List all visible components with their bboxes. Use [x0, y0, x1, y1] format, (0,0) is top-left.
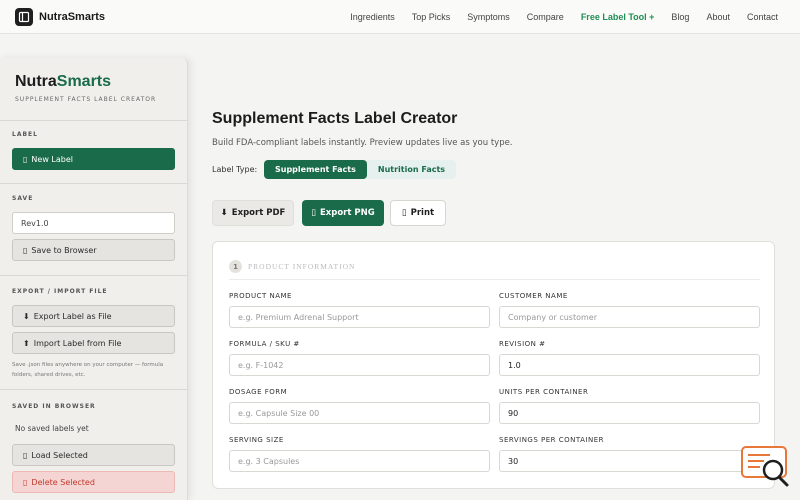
revision-input[interactable]: [499, 354, 760, 376]
customer-name-label: CUSTOMER NAME: [499, 292, 568, 300]
trash-icon: ▯: [23, 477, 28, 487]
nav-link-blog[interactable]: Blog: [671, 12, 689, 22]
dosage-form-input[interactable]: [229, 402, 490, 424]
nav-link-compare[interactable]: Compare: [527, 12, 564, 22]
divider: [0, 389, 188, 390]
revision-label: REVISION #: [499, 340, 546, 348]
formula-sku-label: FORMULA / SKU #: [229, 340, 300, 348]
product-information-card: 1 PRODUCT INFORMATION PRODUCT NAME CUSTO…: [212, 241, 775, 489]
section-label-save: SAVE: [12, 195, 34, 202]
export-label-file-text: Export Label as File: [33, 311, 112, 321]
nav-link-free-label-tool[interactable]: Free Label Tool +: [581, 12, 655, 22]
printer-icon: ▯: [401, 208, 407, 218]
page-subtitle: Build FDA-compliant labels instantly. Pr…: [212, 138, 513, 148]
page-title: Supplement Facts Label Creator: [212, 110, 458, 127]
export-png-text: Export PNG: [319, 208, 375, 218]
nav-links: Ingredients Top Picks Symptoms Compare F…: [350, 0, 778, 34]
image-icon: ▯: [311, 208, 316, 218]
section-label-label: LABEL: [12, 131, 38, 138]
label-type-label: Label Type:: [212, 165, 258, 174]
sidebar-title-part-b: Smarts: [56, 73, 112, 90]
product-name-label: PRODUCT NAME: [229, 292, 292, 300]
nav-link-symptoms[interactable]: Symptoms: [467, 12, 510, 22]
nav-link-about[interactable]: About: [706, 12, 730, 22]
book-icon: [15, 7, 33, 26]
label-type-supplement-facts[interactable]: Supplement Facts: [264, 160, 367, 179]
print-text: Print: [410, 208, 435, 218]
floppy-disk-icon: ▯: [23, 245, 28, 255]
load-selected-text: Load Selected: [31, 450, 88, 460]
divider: [229, 279, 760, 280]
brand[interactable]: NutraSmarts: [15, 7, 106, 26]
step-number-badge: 1: [229, 260, 242, 273]
divider: [0, 183, 188, 184]
top-navigation-bar: NutraSmarts Ingredients Top Picks Sympto…: [0, 0, 800, 34]
export-note: Save .json files anywhere on your comput…: [12, 362, 164, 378]
nav-link-top-picks[interactable]: Top Picks: [412, 12, 451, 22]
brand-name: NutraSmarts: [39, 10, 106, 23]
servings-per-container-input[interactable]: [499, 450, 760, 472]
sidebar-subtitle: SUPPLEMENT FACTS LABEL CREATOR: [15, 96, 157, 103]
customer-name-input[interactable]: [499, 306, 760, 328]
search-chat-icon: [741, 446, 789, 487]
divider: [0, 275, 188, 276]
dosage-form-label: DOSAGE FORM: [229, 388, 288, 396]
delete-selected-button[interactable]: ▯ Delete Selected: [12, 471, 175, 493]
nav-link-contact[interactable]: Contact: [747, 12, 778, 22]
product-name-input[interactable]: [229, 306, 490, 328]
servings-per-container-label: SERVINGS PER CONTAINER: [499, 436, 605, 444]
load-selected-button[interactable]: ▯ Load Selected: [12, 444, 175, 466]
section-label-export-import: EXPORT / IMPORT FILE: [12, 288, 108, 295]
upload-icon: ⬆: [23, 338, 30, 348]
download-icon: ⬇: [220, 208, 228, 218]
card-header: 1 PRODUCT INFORMATION: [229, 260, 355, 273]
print-button[interactable]: ▯ Print: [390, 200, 446, 226]
nav-link-ingredients[interactable]: Ingredients: [350, 12, 395, 22]
sidebar-title-part-a: Nutra: [15, 73, 57, 90]
save-to-browser-text: Save to Browser: [31, 245, 97, 255]
revision-name-input[interactable]: [12, 212, 175, 234]
new-label-button[interactable]: ▯ New Label: [12, 148, 175, 170]
serving-size-label: SERVING SIZE: [229, 436, 284, 444]
section-label-saved-in-browser: SAVED IN BROWSER: [12, 403, 96, 410]
import-label-file-button[interactable]: ⬆ Import Label from File: [12, 332, 175, 354]
section-title: PRODUCT INFORMATION: [248, 262, 356, 271]
label-type-toggle: Supplement Facts Nutrition Facts: [264, 160, 457, 179]
export-pdf-text: Export PDF: [231, 208, 286, 218]
folder-icon: ▯: [23, 450, 28, 460]
plus-icon: ▯: [23, 154, 28, 164]
download-icon: ⬇: [23, 311, 30, 321]
import-label-file-text: Import Label from File: [33, 338, 122, 348]
no-saved-labels-text: No saved labels yet: [15, 424, 89, 433]
divider: [0, 120, 188, 121]
label-type-nutrition-facts[interactable]: Nutrition Facts: [367, 160, 456, 179]
units-per-container-input[interactable]: [499, 402, 760, 424]
save-to-browser-button[interactable]: ▯ Save to Browser: [12, 239, 175, 261]
export-label-file-button[interactable]: ⬇ Export Label as File: [12, 305, 175, 327]
export-pdf-button[interactable]: ⬇ Export PDF: [212, 200, 294, 226]
new-label-button-text: New Label: [31, 154, 73, 164]
serving-size-input[interactable]: [229, 450, 490, 472]
delete-selected-text: Delete Selected: [31, 477, 95, 487]
sidebar-title: NutraSmarts: [15, 73, 111, 91]
units-per-container-label: UNITS PER CONTAINER: [499, 388, 589, 396]
search-chat-widget[interactable]: [740, 445, 792, 489]
export-png-button[interactable]: ▯ Export PNG: [302, 200, 384, 226]
formula-sku-input[interactable]: [229, 354, 490, 376]
sidebar: NutraSmarts SUPPLEMENT FACTS LABEL CREAT…: [0, 58, 188, 500]
